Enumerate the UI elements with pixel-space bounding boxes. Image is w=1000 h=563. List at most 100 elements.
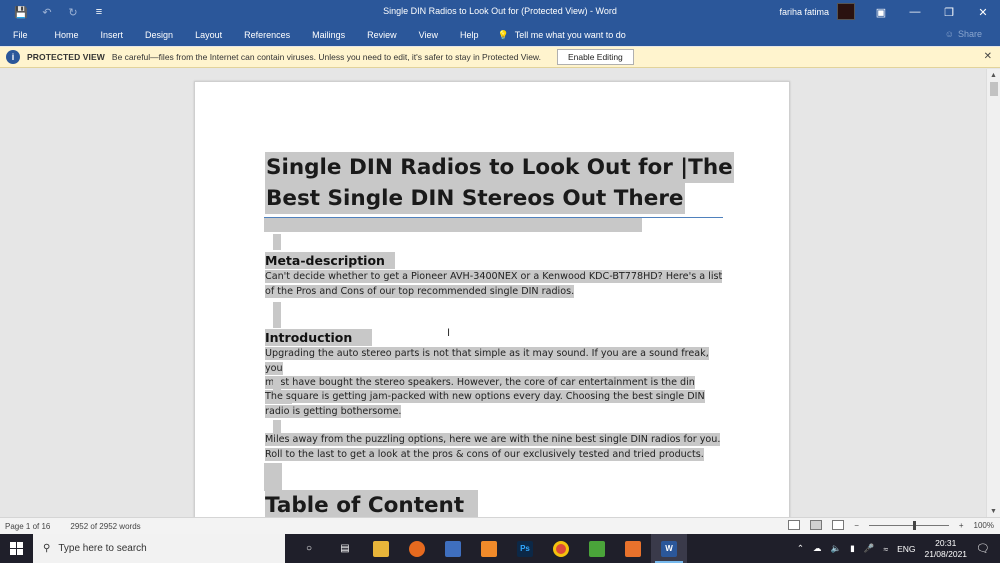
- clock-time: 20:31: [935, 537, 957, 548]
- windows-taskbar: ⚲ Type here to search ○ ▤ Ps W ⌃ ☁ 🔈 ▮ 🎤…: [0, 534, 1000, 563]
- cloud-icon[interactable]: ☁: [813, 543, 822, 554]
- status-bar: Page 1 of 16 2952 of 2952 words − + 100%: [0, 517, 1000, 534]
- ribbon-display-options-icon[interactable]: ▣: [864, 0, 898, 24]
- tab-references[interactable]: References: [233, 30, 301, 40]
- chrome-icon[interactable]: [543, 534, 579, 563]
- start-button[interactable]: [0, 534, 33, 563]
- task-view-icon[interactable]: ▤: [327, 534, 363, 563]
- chevron-up-icon[interactable]: ⌃: [797, 543, 804, 554]
- paragraph-line: Miles away from the puzzling options, he…: [265, 433, 721, 446]
- paragraph[interactable]: Can't decide whether to get a Pioneer AV…: [265, 270, 725, 299]
- protected-view-bar: i PROTECTED VIEW Be careful—files from t…: [0, 47, 1000, 68]
- recorder-icon[interactable]: [615, 534, 651, 563]
- paragraph-line: Upgrading the auto stereo parts is not t…: [265, 347, 709, 375]
- avatar[interactable]: [837, 3, 855, 20]
- zoom-slider-knob[interactable]: [912, 520, 916, 530]
- tab-layout[interactable]: Layout: [184, 30, 233, 40]
- selection-fill: [264, 463, 282, 491]
- cortana-icon[interactable]: ○: [291, 534, 327, 563]
- title-bar: 💾 ↶ ↻ ≡ Single DIN Radios to Look Out fo…: [0, 0, 1000, 24]
- file-explorer-icon[interactable]: [363, 534, 399, 563]
- close-button[interactable]: ✕: [966, 0, 1000, 24]
- tell-me-search[interactable]: 💡 Tell me what you want to do: [490, 30, 626, 41]
- search-placeholder: Type here to search: [58, 543, 147, 554]
- scroll-down-icon[interactable]: ▼: [990, 508, 997, 515]
- selection-fill: [273, 302, 281, 328]
- document-page[interactable]: Single DIN Radios to Look Out for |The B…: [194, 81, 790, 517]
- clock[interactable]: 20:31 21/08/2021: [924, 538, 967, 560]
- quick-access-toolbar: 💾 ↶ ↻ ≡: [0, 6, 110, 19]
- zoom-out-button[interactable]: −: [854, 521, 859, 530]
- language-indicator[interactable]: ENG: [897, 544, 915, 554]
- enable-editing-button[interactable]: Enable Editing: [556, 49, 634, 65]
- minimize-button[interactable]: —: [898, 0, 932, 24]
- share-button[interactable]: ☺ Share: [945, 29, 982, 39]
- word-count[interactable]: 2952 of 2952 words: [70, 522, 140, 531]
- user-account[interactable]: fariha fatima: [779, 3, 855, 20]
- person-icon: ☺: [944, 29, 954, 39]
- mic-icon[interactable]: 🎤: [864, 543, 875, 554]
- zoom-slider[interactable]: [868, 520, 949, 530]
- paragraph[interactable]: The square is getting jam-packed with ne…: [265, 390, 725, 419]
- paragraph-line: Can't decide whether to get a Pioneer AV…: [265, 270, 723, 283]
- tab-help[interactable]: Help: [449, 30, 490, 40]
- undo-icon[interactable]: ↶: [36, 6, 58, 19]
- tab-home[interactable]: Home: [44, 30, 90, 40]
- photoshop-icon[interactable]: Ps: [507, 534, 543, 563]
- system-tray: ⌃ ☁ 🔈 ▮ 🎤 ≈ ENG 20:31 21/08/2021 🗨: [797, 534, 1000, 563]
- read-mode-icon[interactable]: [788, 520, 801, 530]
- tab-view[interactable]: View: [408, 30, 449, 40]
- battery-icon[interactable]: ▮: [850, 543, 855, 554]
- xampp-icon[interactable]: [471, 534, 507, 563]
- store-icon[interactable]: [435, 534, 471, 563]
- word-icon[interactable]: W: [651, 534, 687, 563]
- redo-icon[interactable]: ↻: [62, 6, 84, 19]
- scroll-up-icon[interactable]: ▲: [990, 72, 997, 79]
- vertical-scrollbar[interactable]: ▲ ▼: [986, 69, 1000, 517]
- window-controls: ▣ — ❐ ✕: [864, 0, 1000, 24]
- protected-view-label: PROTECTED VIEW: [27, 52, 105, 62]
- paragraph-line: Roll to the last to get a look at the pr…: [265, 447, 704, 461]
- next-section-heading[interactable]: Table of Content: [265, 490, 479, 517]
- shield-icon: i: [6, 50, 20, 64]
- scroll-thumb[interactable]: [990, 82, 998, 96]
- windows-logo-icon: [10, 542, 23, 555]
- notification-icon[interactable]: 🗨: [976, 542, 990, 555]
- document-title[interactable]: Single DIN Radios to Look Out for |The B…: [265, 152, 734, 214]
- protected-view-message: Be careful—files from the Internet can c…: [111, 52, 541, 62]
- document-canvas[interactable]: Single DIN Radios to Look Out for |The B…: [0, 69, 986, 517]
- customize-qat-icon[interactable]: ≡: [88, 6, 110, 18]
- paragraph-line: The square is getting jam-packed with ne…: [265, 390, 705, 403]
- paragraph[interactable]: Miles away from the puzzling options, he…: [265, 433, 725, 462]
- zoom-in-button[interactable]: +: [959, 521, 964, 530]
- web-layout-icon[interactable]: [832, 520, 845, 530]
- user-name: fariha fatima: [779, 6, 829, 17]
- title-line-2: Best Single DIN Stereos Out There: [265, 183, 685, 214]
- page-count[interactable]: Page 1 of 16: [5, 522, 50, 531]
- restore-button[interactable]: ❐: [932, 0, 966, 24]
- selection-fill: [273, 420, 281, 433]
- section-heading[interactable]: Meta-description: [265, 252, 395, 269]
- tab-review[interactable]: Review: [356, 30, 408, 40]
- selection-fill: [264, 218, 642, 232]
- wifi-icon[interactable]: ≈: [883, 544, 888, 554]
- close-icon[interactable]: ✕: [984, 51, 992, 62]
- print-layout-icon[interactable]: [810, 520, 823, 530]
- paragraph-line: of the Pros and Cons of our top recommen…: [265, 284, 575, 298]
- camtasia-icon[interactable]: [579, 534, 615, 563]
- view-controls: − + 100%: [788, 520, 994, 530]
- save-icon[interactable]: 💾: [10, 6, 32, 19]
- firefox-icon[interactable]: [399, 534, 435, 563]
- volume-icon[interactable]: 🔈: [831, 543, 842, 554]
- taskbar-search[interactable]: ⚲ Type here to search: [33, 534, 285, 563]
- tab-insert[interactable]: Insert: [90, 30, 135, 40]
- tab-file[interactable]: File: [0, 30, 44, 40]
- section-heading[interactable]: Introduction: [265, 329, 373, 346]
- search-icon: ⚲: [43, 543, 51, 554]
- tell-me-label: Tell me what you want to do: [514, 30, 626, 40]
- zoom-level[interactable]: 100%: [974, 521, 994, 530]
- clock-date: 21/08/2021: [924, 548, 968, 559]
- taskbar-apps: ○ ▤ Ps W: [291, 534, 687, 563]
- tab-design[interactable]: Design: [134, 30, 184, 40]
- tab-mailings[interactable]: Mailings: [301, 30, 356, 40]
